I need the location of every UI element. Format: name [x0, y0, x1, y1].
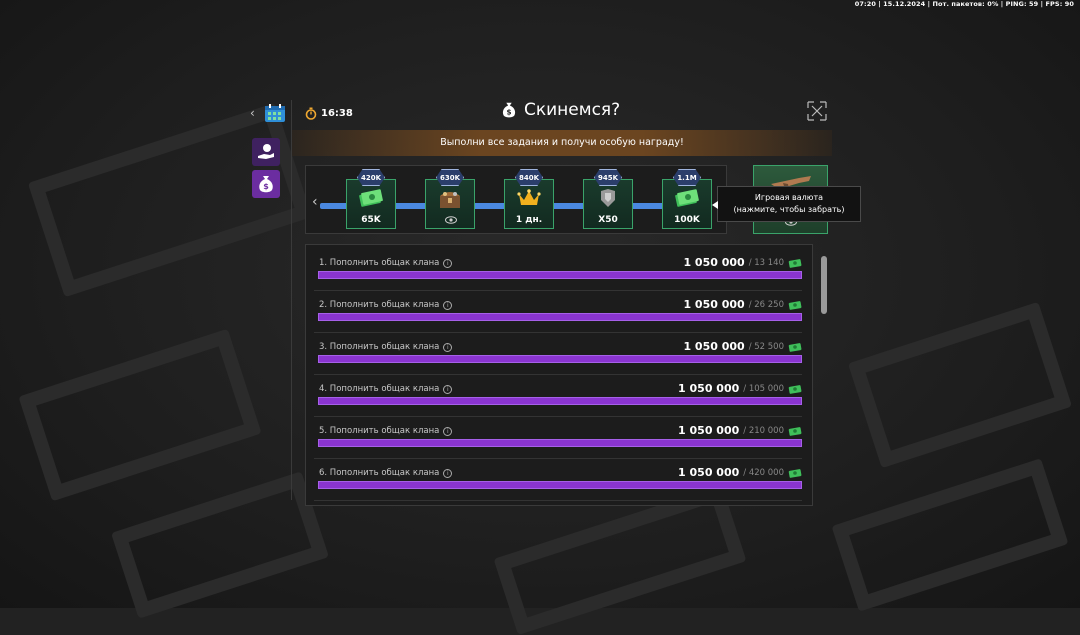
page-title: $ Скинемся? [500, 100, 620, 120]
bg-decor [18, 328, 262, 502]
svg-text:$: $ [263, 182, 269, 191]
crown-icon [517, 189, 541, 205]
eye-icon[interactable] [445, 216, 457, 224]
money-bag-icon: $ [502, 102, 516, 118]
task-progress-bar [318, 439, 802, 447]
milestone-label: 1 дн. [515, 215, 543, 225]
task-row: 2. Пополнить общак клана i 1 050 000/ 26 … [314, 291, 802, 333]
task-target: 1 050 000 [683, 340, 745, 353]
milestone-2[interactable]: 630K [425, 169, 475, 229]
cash-icon [788, 384, 802, 394]
cash-icon [788, 342, 802, 352]
scrollbar[interactable] [821, 256, 827, 314]
info-icon[interactable]: i [443, 426, 453, 436]
money-bag-icon: $ [259, 176, 273, 193]
milestone-label: 100K [674, 215, 700, 225]
task-target: 1 050 000 [678, 382, 740, 395]
milestone-5[interactable]: 1.1M 100K [662, 169, 712, 229]
status-bar: 07:20 | 15.12.2024 | Пот. пакетов: 0% | … [854, 0, 1074, 8]
timer: 16:38 [305, 107, 353, 120]
task-current: / 52 500 [748, 341, 784, 352]
task-name: 4. Пополнить общак клана [319, 384, 440, 394]
bg-decor [847, 301, 1073, 469]
task-target: 1 050 000 [678, 424, 740, 437]
milestone-badge: 630K [436, 169, 464, 186]
stopwatch-icon [305, 107, 317, 120]
task-name: 5. Пополнить общак клана [319, 426, 440, 436]
svg-text:$: $ [506, 108, 511, 117]
info-icon[interactable]: i [443, 300, 453, 310]
task-progress-bar [318, 313, 802, 321]
task-target: 1 050 000 [683, 256, 745, 269]
chest-icon [440, 192, 460, 208]
hand-money-icon [258, 144, 274, 159]
task-row: 1. Пополнить общак клана i 1 050 000/ 13 … [314, 249, 802, 291]
info-icon[interactable]: i [443, 258, 453, 268]
task-current: / 210 000 [743, 425, 784, 436]
milestone-label: 65K [361, 215, 381, 225]
milestone-4[interactable]: 945K X50 [583, 169, 633, 229]
task-row: 3. Пополнить общак клана i 1 050 000/ 52 … [314, 333, 802, 375]
reward-track: ‹ 420K 65K 630K 840K 1 дн. 945K X50 1.1M… [305, 165, 727, 234]
task-progress-bar [318, 397, 802, 405]
page-title-text: Скинемся? [524, 100, 621, 120]
calendar-icon[interactable] [264, 103, 286, 123]
task-progress-bar [318, 355, 802, 363]
info-icon[interactable]: i [443, 342, 453, 352]
armor-icon [601, 189, 615, 207]
info-icon[interactable]: i [443, 384, 453, 394]
task-row: 5. Пополнить общак клана i 1 050 000/ 210… [314, 417, 802, 459]
cash-icon [788, 300, 802, 310]
task-row: 4. Пополнить общак клана i 1 050 000/ 105… [314, 375, 802, 417]
task-current: / 105 000 [743, 383, 784, 394]
tooltip-title: Игровая валюта [754, 193, 824, 202]
chevron-left-icon[interactable]: ‹ [312, 194, 318, 210]
milestone-label: X50 [598, 215, 618, 225]
bg-decor [831, 458, 1069, 612]
bg-decor [110, 471, 330, 619]
timer-value: 16:38 [321, 108, 353, 119]
sidebar: ‹ $ [248, 100, 292, 500]
task-progress-bar [318, 481, 802, 489]
banner: Выполни все задания и получи особую нагр… [292, 130, 832, 156]
task-name: 3. Пополнить общак клана [319, 342, 440, 352]
milestone-badge: 840K [515, 169, 543, 186]
cash-icon [788, 468, 802, 478]
task-current: / 420 000 [743, 467, 784, 478]
milestone-badge: 420K [357, 169, 385, 186]
milestone-badge: 1.1M [673, 169, 701, 186]
milestone-badge: 945K [594, 169, 622, 186]
task-name: 1. Пополнить общак клана [319, 258, 440, 268]
task-target: 1 050 000 [678, 466, 740, 479]
tooltip-hint: (нажмите, чтобы забрать) [733, 205, 845, 214]
tooltip: Игровая валюта (нажмите, чтобы забрать) [712, 186, 861, 222]
sidebar-item-moneybag[interactable]: $ [252, 170, 280, 198]
info-icon[interactable]: i [443, 468, 453, 478]
cash-icon [675, 189, 699, 207]
cash-icon [788, 258, 802, 268]
close-icon[interactable] [806, 100, 828, 122]
task-progress-bar [318, 271, 802, 279]
task-current: / 13 140 [748, 257, 784, 268]
task-name: 6. Пополнить общак клана [319, 468, 440, 478]
back-arrow-icon[interactable]: ‹ [250, 106, 255, 120]
task-target: 1 050 000 [683, 298, 745, 311]
bg-decor [493, 484, 747, 635]
sidebar-item-gift[interactable] [252, 138, 280, 166]
task-row: 6. Пополнить общак клана i 1 050 000/ 420… [314, 459, 802, 501]
milestone-1[interactable]: 420K 65K [346, 169, 396, 229]
cash-icon [788, 426, 802, 436]
task-name: 2. Пополнить общак клана [319, 300, 440, 310]
cash-icon [359, 189, 383, 207]
task-current: / 26 250 [748, 299, 784, 310]
task-list: 1. Пополнить общак клана i 1 050 000/ 13 … [305, 244, 813, 506]
milestone-3[interactable]: 840K 1 дн. [504, 169, 554, 229]
